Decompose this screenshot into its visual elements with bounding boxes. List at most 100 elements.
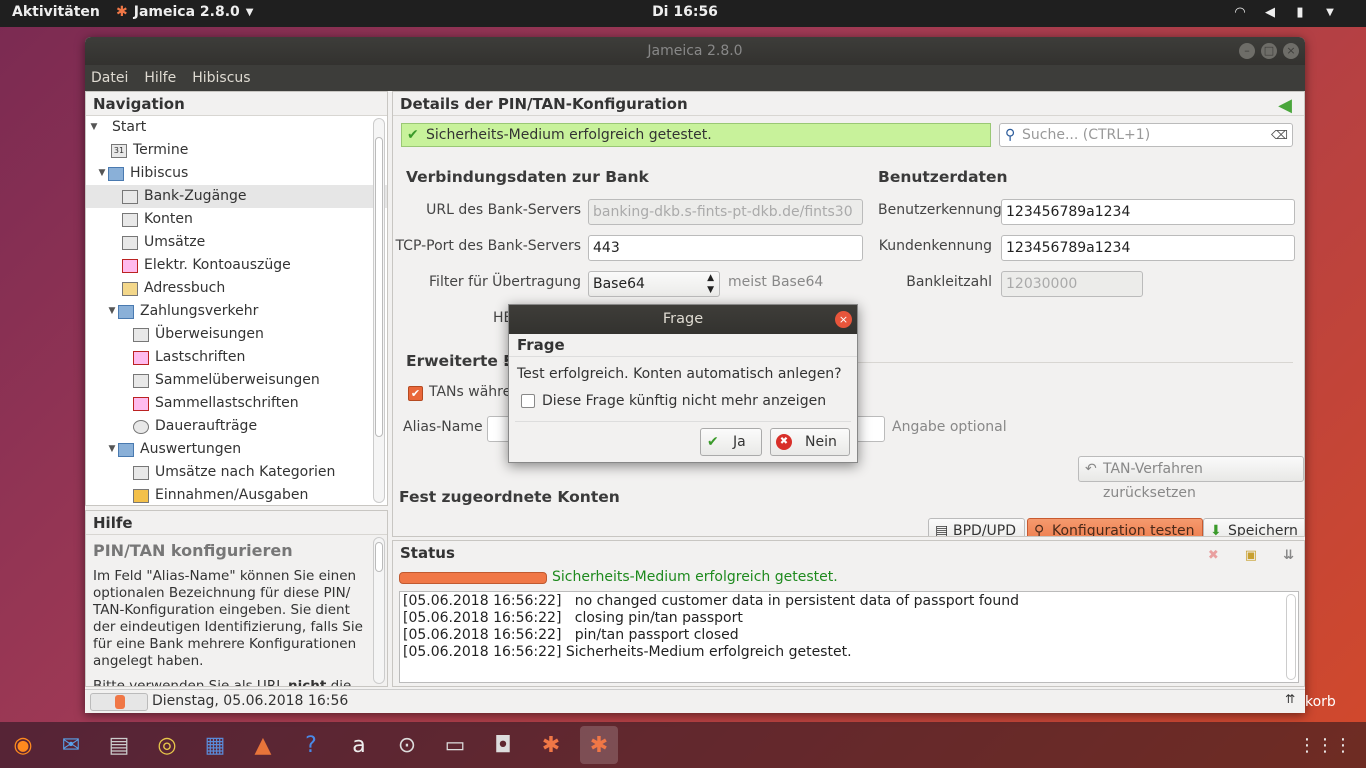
test-config-button[interactable]: ⚲ Konfiguration testen	[1027, 518, 1204, 536]
expand-toggle-icon[interactable]: ▼	[88, 116, 100, 139]
back-arrow-icon[interactable]: ◀	[1278, 94, 1292, 118]
expand-toggle-icon[interactable]: ▼	[106, 438, 118, 461]
expand-toggle-icon[interactable]: ▼	[96, 162, 108, 185]
nav-item-kontoauszuege[interactable]: Elektr. Kontoauszüge	[86, 254, 387, 277]
expand-icon[interactable]: ⇈	[1285, 692, 1295, 706]
navigation-scrollbar[interactable]	[373, 118, 385, 503]
jameica-icon[interactable]: ✱	[532, 726, 570, 764]
maximize-icon[interactable]: □	[1261, 43, 1277, 59]
scrollbar-thumb[interactable]	[375, 137, 383, 437]
clear-log-icon[interactable]: ✖	[1208, 544, 1219, 568]
thunderbird-icon[interactable]: ✉	[52, 726, 90, 764]
firefox-icon[interactable]: ◉	[4, 726, 42, 764]
collapse-icon[interactable]: ⇊	[1283, 544, 1294, 568]
window-titlebar[interactable]: Jameica 2.8.0 – □ ×	[85, 37, 1305, 65]
clear-icon[interactable]: ⌫	[1271, 124, 1288, 146]
battery-icon[interactable]: ▮	[1292, 5, 1308, 21]
volume-icon[interactable]: ◀	[1262, 5, 1278, 21]
user-id-field[interactable]: 123456789a1234	[1001, 199, 1295, 225]
income-expense-icon	[133, 488, 149, 503]
camera-icon[interactable]: ◘	[484, 726, 522, 764]
reset-tan-button[interactable]: ↶ TAN-Verfahren zurücksetzen	[1078, 456, 1304, 501]
category-chart-icon	[133, 465, 149, 480]
section-accounts-title: Fest zugeordnete Konten	[399, 488, 620, 506]
search-placeholder: Suche... (CTRL+1)	[1022, 127, 1151, 143]
progress-message: Sicherheits-Medium erfolgreich getestet.	[552, 569, 838, 585]
bpd-upd-button[interactable]: ▤ BPD/UPD	[928, 518, 1026, 536]
scrollbar-thumb[interactable]	[375, 542, 383, 572]
progress-bar	[399, 572, 547, 584]
open-folder-icon[interactable]: ▣	[1245, 544, 1257, 568]
expand-toggle-icon[interactable]: ▼	[106, 300, 118, 323]
menu-datei[interactable]: Datei	[91, 65, 128, 91]
log-line: [05.06.2018 16:56:22] pin/tan passport c…	[403, 627, 739, 643]
help-heading: PIN/TAN konfigurieren	[93, 541, 293, 560]
nav-item-hibiscus[interactable]: ▼ Hibiscus	[86, 162, 387, 185]
help-text: Im Feld "Alias-Name" können Sie einen op…	[93, 568, 363, 669]
activities-button[interactable]: Aktivitäten	[12, 4, 100, 20]
menu-hilfe[interactable]: Hilfe	[144, 65, 176, 91]
jameica-active-icon[interactable]: ✱	[580, 726, 618, 764]
filter-select[interactable]: Base64 ▲ ▼	[588, 271, 720, 297]
search-input[interactable]: ⚲ Suche... (CTRL+1) ⌫	[999, 123, 1293, 147]
close-icon[interactable]: ×	[1283, 43, 1299, 59]
terminal-icon[interactable]: ▭	[436, 726, 474, 764]
clock[interactable]: Di 16:56	[640, 4, 730, 20]
filter-hint: meist Base64	[728, 274, 824, 290]
system-tray[interactable]: ◠ ◀ ▮ ▼	[1232, 5, 1338, 21]
nav-item-start[interactable]: ▼ Start	[86, 116, 387, 139]
amazon-icon[interactable]: a	[340, 726, 378, 764]
cancel-icon: ✖	[776, 434, 792, 450]
save-icon: ⬇	[1210, 523, 1222, 537]
port-label: TCP-Port des Bank-Servers	[395, 238, 581, 254]
dont-ask-label[interactable]: Diese Frage künftig nicht mehr anzeigen	[542, 393, 826, 409]
nav-item-zahlungsverkehr[interactable]: ▼ Zahlungsverkehr	[86, 300, 387, 323]
files-icon[interactable]: ▤	[100, 726, 138, 764]
bulk-debit-icon	[133, 396, 149, 411]
nav-item-umsaetze-kategorien[interactable]: Umsätze nach Kategorien	[86, 461, 387, 484]
transactions-icon	[122, 235, 138, 250]
nav-item-bank-zugaenge[interactable]: Bank-Zugänge	[86, 185, 387, 208]
nav-item-sammellastschriften[interactable]: Sammellastschriften	[86, 392, 387, 415]
dont-ask-checkbox[interactable]	[521, 394, 535, 408]
save-button[interactable]: ⬇ Speichern	[1203, 518, 1304, 537]
show-apps-icon[interactable]: ⋮⋮⋮	[1298, 735, 1352, 756]
tan-checkbox[interactable]: ✔	[408, 386, 423, 401]
log-scrollbar[interactable]	[1286, 594, 1296, 680]
status-panel: Status ✖ ▣ ⇊ Sicherheits-Medium erfolgre…	[392, 540, 1305, 687]
port-field[interactable]: 443	[588, 235, 863, 261]
dialog-titlebar[interactable]: Frage ×	[509, 305, 857, 334]
writer-icon[interactable]: ▦	[196, 726, 234, 764]
nav-item-dauerauftraege[interactable]: Daueraufträge	[86, 415, 387, 438]
log-area[interactable]: [05.06.2018 16:56:22] no changed custome…	[399, 591, 1299, 683]
nav-item-umsaetze[interactable]: Umsätze	[86, 231, 387, 254]
help-scrollbar[interactable]	[373, 537, 385, 684]
app-menu[interactable]: ✱ Jameica 2.8.0 ▼	[116, 4, 253, 20]
nav-item-ueberweisungen[interactable]: Überweisungen	[86, 323, 387, 346]
customer-id-field[interactable]: 123456789a1234	[1001, 235, 1295, 261]
yes-button[interactable]: ✔ Ja	[700, 428, 762, 456]
window-title: Jameica 2.8.0	[647, 43, 743, 59]
updater-icon[interactable]: ⊙	[388, 726, 426, 764]
nav-item-sammelueberweisungen[interactable]: Sammelüberweisungen	[86, 369, 387, 392]
nav-item-einnahmen-ausgaben[interactable]: Einnahmen/Ausgaben	[86, 484, 387, 507]
software-icon[interactable]: ▲	[244, 726, 282, 764]
minimize-icon[interactable]: –	[1239, 43, 1255, 59]
nav-item-termine[interactable]: 31 Termine	[86, 139, 387, 162]
addressbook-icon	[122, 281, 138, 296]
no-button[interactable]: ✖ Nein	[770, 428, 850, 456]
close-icon[interactable]: ×	[835, 311, 852, 328]
menu-hibiscus[interactable]: Hibiscus	[192, 65, 250, 91]
nav-item-lastschriften[interactable]: Lastschriften	[86, 346, 387, 369]
dialog-heading: Frage	[509, 334, 857, 357]
nav-item-adressbuch[interactable]: Adressbuch	[86, 277, 387, 300]
rhythmbox-icon[interactable]: ◎	[148, 726, 186, 764]
nav-item-konten[interactable]: Konten	[86, 208, 387, 231]
wifi-icon[interactable]: ◠	[1232, 5, 1248, 21]
help-icon[interactable]: ?	[292, 726, 330, 764]
chevron-down-icon[interactable]: ▼	[1322, 5, 1338, 21]
account-icon	[122, 212, 138, 227]
nav-item-auswertungen[interactable]: ▼ Auswertungen	[86, 438, 387, 461]
pdf-icon	[122, 258, 138, 273]
blz-field: 12030000	[1001, 271, 1143, 297]
